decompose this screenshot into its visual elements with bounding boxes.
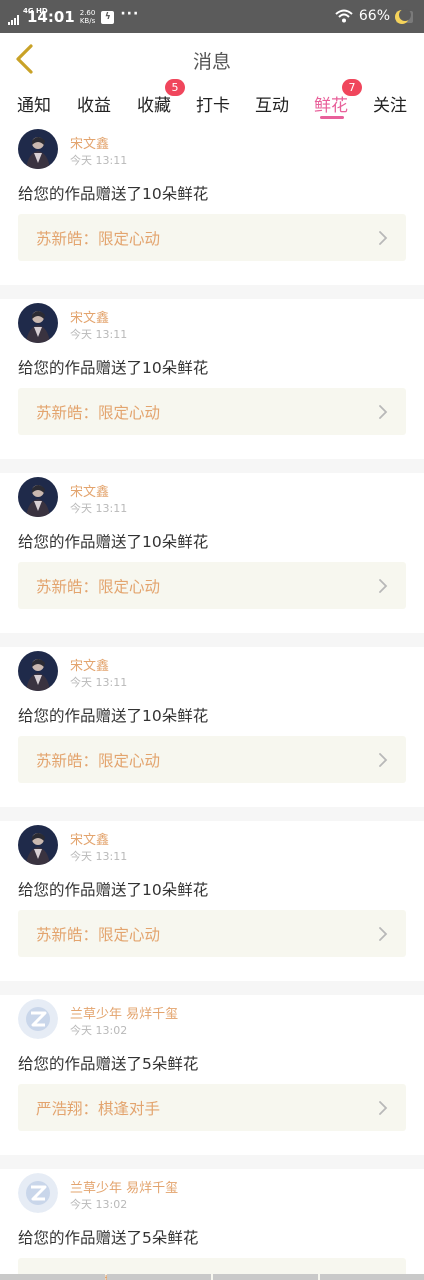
message-item: 兰草少年 易烊千玺今天 13:02 给您的作品赠送了5朵鲜花严浩翔：棋逢对手 — [0, 995, 424, 1169]
battery-moon-icon — [395, 9, 413, 24]
tab-favorites[interactable]: 收藏 5 — [137, 79, 185, 116]
work-card[interactable]: 苏新皓：限定心动 — [18, 736, 406, 783]
avatar[interactable] — [18, 999, 58, 1039]
avatar[interactable] — [18, 129, 58, 169]
divider — [0, 981, 424, 995]
network-type: 4G HD — [23, 7, 48, 15]
work-card[interactable]: 苏新皓：限定心动 — [18, 388, 406, 435]
message-time: 今天 13:11 — [70, 502, 128, 515]
divider — [0, 1155, 424, 1169]
favorites-badge: 5 — [165, 79, 185, 96]
work-title: 苏新皓：限定心动 — [36, 926, 161, 944]
work-card[interactable]: 苏新皓：限定心动 — [18, 562, 406, 609]
message-text: 给您的作品赠送了5朵鲜花 — [18, 1229, 199, 1247]
message-text: 给您的作品赠送了10朵鲜花 — [18, 707, 209, 725]
tab-follow[interactable]: 关注 — [373, 91, 407, 116]
message-text: 给您的作品赠送了10朵鲜花 — [18, 359, 209, 377]
message-list: 宋文鑫 今天 13:11 给您的作品赠送了10朵鲜花 苏新皓：限定心动 宋文鑫 今天 13… — [0, 125, 424, 1280]
tab-notice[interactable]: 通知 — [17, 91, 51, 116]
avatar[interactable] — [18, 303, 58, 343]
message-item: 宋文鑫今天 13:11 给您的作品赠送了10朵鲜花苏新皓：限定心动 — [0, 473, 424, 647]
work-title: 苏新皓：限定心动 — [36, 404, 161, 422]
chevron-right-icon — [379, 927, 388, 941]
flowers-badge: 7 — [342, 79, 362, 96]
divider — [0, 459, 424, 473]
bottom-overlay — [0, 1274, 424, 1280]
message-time: 今天 13:11 — [70, 328, 128, 341]
tab-checkin[interactable]: 打卡 — [196, 91, 230, 116]
message-time: 今天 13:11 — [70, 154, 128, 167]
message-text: 给您的作品赠送了5朵鲜花 — [18, 1055, 199, 1073]
message-text: 给您的作品赠送了10朵鲜花 — [18, 185, 209, 203]
sender-name[interactable]: 宋文鑫 — [70, 481, 109, 500]
network-speed: 2.60 KB/s — [79, 9, 96, 25]
work-card[interactable]: 严浩翔：棋逢对手 — [18, 1084, 406, 1131]
message-item: 宋文鑫今天 13:11 给您的作品赠送了10朵鲜花苏新皓：限定心动 — [0, 125, 424, 299]
header: 消息 — [0, 33, 424, 85]
chevron-right-icon — [379, 753, 388, 767]
message-item: 宋文鑫今天 13:11 给您的作品赠送了10朵鲜花苏新皓：限定心动 — [0, 647, 424, 821]
work-card[interactable]: 苏新皓：限定心动 — [18, 214, 406, 261]
message-item: 宋文鑫今天 13:11 给您的作品赠送了10朵鲜花苏新皓：限定心动 — [0, 821, 424, 995]
divider — [0, 285, 424, 299]
tab-bar: 通知 收益 收藏 5 打卡 互动 鲜花 7 关注 — [0, 79, 424, 125]
avatar[interactable] — [18, 651, 58, 691]
tab-interaction[interactable]: 互动 — [255, 91, 289, 116]
sender-name[interactable]: 兰草少年 易烊千玺 — [70, 1177, 178, 1196]
status-bar: 4G HD 14:01 2.60 KB/s ϟ ··· 66% — [0, 0, 424, 33]
message-item: 兰草少年 易烊千玺今天 13:02给您的作品赠送了5朵鲜花严浩翔：棋逢对手 — [0, 1169, 424, 1280]
sender-name[interactable]: 宋文鑫 — [70, 133, 109, 152]
work-card[interactable]: 苏新皓：限定心动 — [18, 910, 406, 957]
work-title: 严浩翔：棋逢对手 — [36, 1100, 161, 1118]
message-text: 给您的作品赠送了10朵鲜花 — [18, 533, 209, 551]
tab-flowers[interactable]: 鲜花 7 — [314, 79, 362, 116]
avatar[interactable] — [18, 1173, 58, 1213]
message-text: 给您的作品赠送了10朵鲜花 — [18, 881, 209, 899]
avatar[interactable] — [18, 825, 58, 865]
active-tab-indicator — [320, 116, 344, 119]
chevron-right-icon — [379, 579, 388, 593]
avatar[interactable] — [18, 477, 58, 517]
message-item: 宋文鑫今天 13:11 给您的作品赠送了10朵鲜花苏新皓：限定心动 — [0, 299, 424, 473]
message-time: 今天 13:02 — [70, 1198, 128, 1211]
sender-name[interactable]: 宋文鑫 — [70, 829, 109, 848]
sender-name[interactable]: 宋文鑫 — [70, 307, 109, 326]
chevron-right-icon — [379, 405, 388, 419]
chevron-right-icon — [379, 1101, 388, 1115]
divider — [0, 633, 424, 647]
battery-level: 66% — [358, 8, 390, 24]
chevron-right-icon — [379, 231, 388, 245]
wifi-icon — [335, 9, 353, 23]
sender-name[interactable]: 兰草少年 易烊千玺 — [70, 1003, 178, 1022]
sender-name[interactable]: 宋文鑫 — [70, 655, 109, 674]
divider — [0, 807, 424, 821]
signal-icon — [8, 15, 19, 25]
message-time: 今天 13:11 — [70, 676, 128, 689]
page-title: 消息 — [192, 51, 231, 73]
work-title: 苏新皓：限定心动 — [36, 230, 161, 248]
tab-earnings[interactable]: 收益 — [77, 91, 111, 116]
more-notifications-icon: ··· — [120, 6, 140, 22]
work-title: 苏新皓：限定心动 — [36, 578, 161, 596]
message-time: 今天 13:11 — [70, 850, 128, 863]
notification-icon: ϟ — [101, 10, 115, 24]
message-time: 今天 13:02 — [70, 1024, 128, 1037]
work-title: 苏新皓：限定心动 — [36, 752, 161, 770]
